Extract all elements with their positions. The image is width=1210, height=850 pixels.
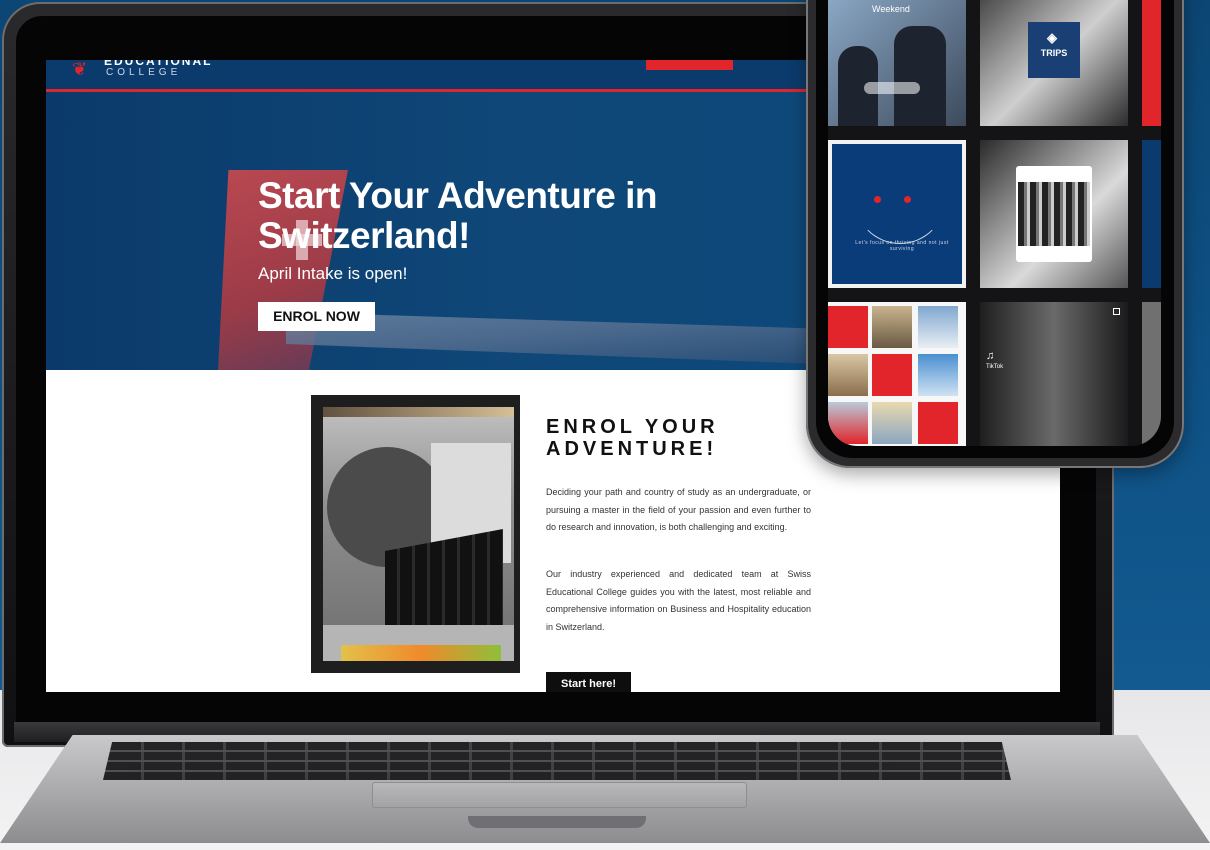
team-paragraph: Our industry experienced and dedicated t…	[546, 569, 811, 632]
smiley-caption: Let's focus on thriving and not just sur…	[855, 240, 949, 252]
shield-icon	[872, 354, 912, 396]
header-cta-button[interactable]	[646, 60, 733, 70]
grid-post-blue[interactable]	[1142, 140, 1161, 288]
grid-post-instagram[interactable]	[980, 140, 1128, 288]
post-caption: Weekend	[872, 4, 910, 14]
intro-paragraph: Deciding your path and country of study …	[546, 487, 811, 532]
section-heading: ENROL YOUR ADVENTURE!	[546, 416, 719, 460]
instagram-grid: Weekend TRIPS Let's focus on thriving an…	[828, 0, 1161, 446]
start-here-button[interactable]: Start here!	[546, 672, 631, 692]
logo-text-line2[interactable]: COLLEGE	[106, 67, 181, 78]
hero-subtitle: April Intake is open!	[258, 264, 408, 283]
grid-post-tiktok[interactable]: ♫ TikTok	[980, 302, 1128, 446]
lion-logo-icon[interactable]: ❦	[72, 60, 100, 80]
tiktok-icon: ♫	[986, 350, 995, 362]
grid-post-gray[interactable]	[1142, 302, 1161, 446]
laptop-notch	[468, 816, 646, 828]
call-pill	[864, 82, 920, 94]
tiktok-label: TikTok	[986, 364, 1004, 370]
grid-post-weekend[interactable]: Weekend	[828, 0, 966, 126]
enrol-now-button[interactable]: ENROL NOW	[258, 302, 375, 331]
grid-post-mosaic[interactable]	[828, 302, 966, 446]
reel-icon	[1113, 308, 1120, 315]
laptop-keyboard	[103, 742, 1011, 780]
grid-post-red[interactable]	[1142, 0, 1161, 126]
grid-post-smiley[interactable]: Let's focus on thriving and not just sur…	[828, 140, 966, 288]
grid-post-trips[interactable]: TRIPS	[980, 0, 1128, 126]
laptop-trackpad	[372, 782, 747, 808]
students-photo	[311, 395, 520, 673]
trips-badge: TRIPS	[1028, 22, 1080, 78]
hero-title: Start Your Adventure in Switzerland!	[258, 175, 658, 256]
